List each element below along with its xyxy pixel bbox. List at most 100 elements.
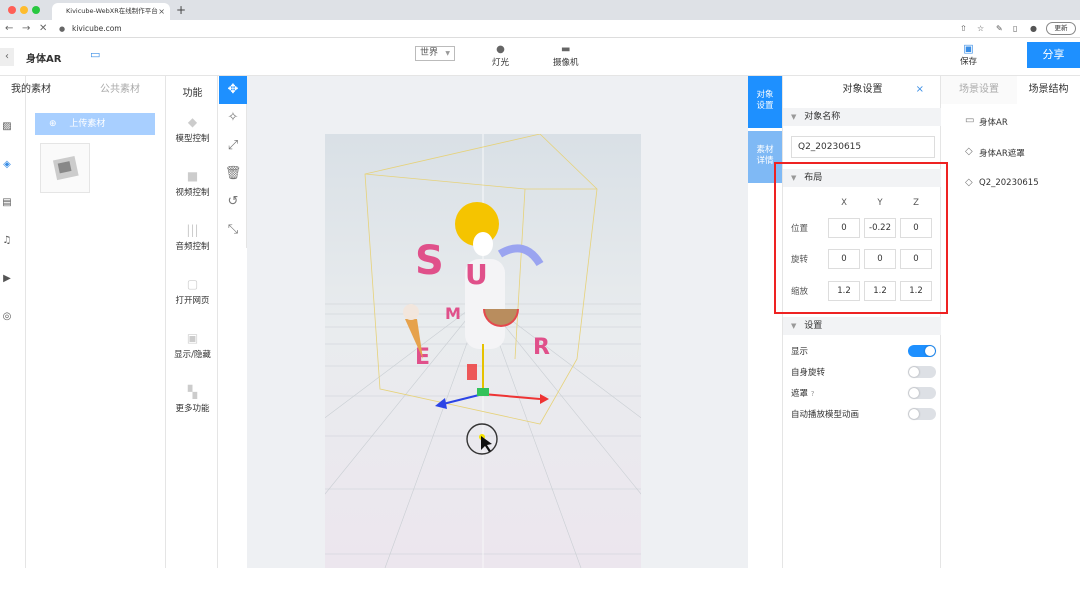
help-icon[interactable]: ? [811, 390, 815, 398]
browser-tab[interactable]: Kivicube-WebXR在线制作平台 × [52, 3, 170, 20]
app-header: ‹ 身体AR ▭ 世界 ▼ ● 灯光 ▬ 摄像机 ▣ 保存 分享 [0, 38, 1080, 76]
function-model-control[interactable]: ◆ 模型控制 [166, 114, 219, 144]
chevron-down-icon: ▼ [791, 113, 797, 121]
delete-tool-icon[interactable]: 🗑 [219, 160, 247, 188]
save-icon: ▣ [963, 42, 974, 55]
project-name: 身体AR [26, 54, 62, 65]
rotate-tool-icon[interactable]: ✧ [219, 104, 247, 132]
close-tab-icon[interactable]: × [158, 3, 165, 20]
back-button[interactable]: ‹ [0, 48, 14, 66]
minimize-window-dot[interactable] [20, 6, 28, 14]
tab-my-assets[interactable]: 我的素材 [0, 76, 62, 104]
profile-icon[interactable]: ● [1030, 22, 1037, 36]
address-bar: ← → ✕ ● kivicube.com ⇧ ☆ ✎ ▯ ● 更新 [0, 20, 1080, 38]
scene-panel: 场景设置 场景结构 ▭ 身体AR ◇ 身体AR遮罩 ◇ Q2_20230615 [941, 76, 1080, 568]
fit-view-tool-icon[interactable]: ⤡ [219, 216, 247, 244]
scene-render: S U M E R [325, 134, 641, 568]
music-asset-icon[interactable]: ♫ [0, 234, 14, 248]
tab-scene-structure[interactable]: 场景结构 [1017, 76, 1080, 104]
browser-tab-bar: Kivicube-WebXR在线制作平台 × + [0, 0, 1080, 20]
transform-toolbar: ✥ ✧ ⤢ 🗑 ↺ ⤡ [219, 76, 247, 248]
scene-item[interactable]: ◇ Q2_20230615 [965, 177, 1039, 188]
close-window-dot[interactable] [8, 6, 16, 14]
side-tab-label: 素材详情 [756, 145, 774, 166]
side-tab-label: 对象设置 [756, 90, 774, 111]
function-more[interactable]: ▚ 更多功能 [166, 384, 219, 414]
object-settings-panel: 对象设置 × ▼ 对象名称 Q2_20230615 ▼ 布局 X Y Z 位置 … [782, 76, 942, 568]
more-functions-icon: ▚ [187, 385, 198, 399]
new-tab-button[interactable]: + [176, 2, 186, 18]
ar-asset-icon[interactable]: ▤ [0, 196, 14, 210]
asset-thumbnail[interactable] [40, 143, 90, 193]
toggle-label-self-rotate: 自身旋转 [791, 368, 826, 378]
scene-item[interactable]: ▭ 身体AR [965, 115, 1008, 128]
close-icon[interactable]: × [916, 84, 924, 95]
function-video-control[interactable]: ■ 视频控制 [166, 168, 219, 198]
autoplay-animation-toggle[interactable] [908, 408, 936, 420]
function-label: 打开网页 [175, 296, 210, 306]
scale-tool-icon[interactable]: ⤢ [219, 132, 247, 160]
tab-public-assets[interactable]: 公共素材 [80, 76, 160, 104]
function-title: 功能 [182, 88, 203, 99]
left-icon-bar: ▨ ◈ ▤ ♫ ▶ ◎ [0, 76, 26, 568]
update-button[interactable]: 更新 [1046, 22, 1076, 35]
function-label: 模型控制 [175, 134, 210, 144]
cube-icon: ◇ [965, 177, 973, 188]
object-name-section[interactable]: ▼ 对象名称 [783, 108, 942, 126]
move-tool-icon[interactable]: ✥ [219, 76, 247, 104]
undo-tool-icon[interactable]: ↺ [219, 188, 247, 216]
scene-item-label: Q2_20230615 [979, 178, 1039, 188]
forward-arrow-icon[interactable]: → [22, 22, 30, 36]
model-control-icon: ◆ [187, 115, 198, 129]
upload-asset-button[interactable]: ⊕ 上传素材 [35, 113, 155, 135]
camera-button[interactable]: ▬ 摄像机 [553, 44, 579, 68]
function-label: 更多功能 [175, 404, 210, 414]
cube-icon: ◇ [965, 146, 973, 157]
scene-item-label: 身体AR遮罩 [979, 149, 1025, 159]
back-arrow-icon[interactable]: ← [5, 22, 13, 36]
toggle-label-mask: 遮罩 ? [791, 387, 814, 399]
comment-icon[interactable]: ▭ [90, 48, 100, 61]
model-asset-icon[interactable]: ◈ [0, 158, 14, 172]
video-asset-icon[interactable]: ▶ [0, 272, 14, 286]
self-rotate-toggle[interactable] [908, 366, 936, 378]
section-label: 对象名称 [804, 112, 841, 122]
mask-toggle[interactable] [908, 387, 936, 399]
model-thumbnail-icon [52, 155, 79, 181]
function-open-webpage[interactable]: ▢ 打开网页 [166, 276, 219, 306]
chevron-down-icon: ▼ [791, 322, 797, 330]
panorama-asset-icon[interactable]: ◎ [0, 310, 14, 324]
bottom-margin [0, 568, 1080, 597]
save-label: 保存 [960, 57, 978, 67]
save-button[interactable]: ▣ 保存 [960, 42, 977, 67]
scene-viewport[interactable]: S U M E R [325, 134, 641, 568]
show-toggle[interactable] [908, 345, 936, 357]
toggle-label-autoplay: 自动播放模型动画 [791, 410, 860, 420]
upload-label: 上传素材 [69, 119, 106, 129]
image-asset-icon[interactable]: ▨ [0, 120, 14, 134]
camera-label: 摄像机 [553, 58, 579, 68]
object-name-input[interactable]: Q2_20230615 [791, 136, 935, 158]
tab-scene-settings[interactable]: 场景设置 [941, 76, 1017, 104]
webpage-icon: ▢ [186, 277, 199, 291]
sidebar-icon[interactable]: ▯ [1013, 22, 1017, 36]
stop-loading-icon[interactable]: ✕ [39, 22, 47, 36]
function-panel: 功能 ◆ 模型控制 ■ 视频控制 ||| 音频控制 ▢ 打开网页 ▣ 显示/隐藏… [165, 76, 218, 568]
world-select[interactable]: 世界 ▼ [415, 46, 455, 61]
extensions-icon[interactable]: ✎ [996, 22, 1003, 36]
url-field[interactable]: kivicube.com [72, 23, 122, 35]
bookmark-star-icon[interactable]: ☆ [977, 22, 984, 36]
scene-item[interactable]: ◇ 身体AR遮罩 [965, 146, 1025, 159]
share-button[interactable]: 分享 [1027, 42, 1080, 68]
settings-section[interactable]: ▼ 设置 [783, 317, 942, 335]
mask-label: 遮罩 [791, 389, 809, 399]
plus-icon: ⊕ [49, 119, 57, 129]
tab-object-settings[interactable]: 对象设置 [748, 76, 782, 128]
light-button[interactable]: ● 灯光 [492, 44, 509, 68]
function-audio-control[interactable]: ||| 音频控制 [166, 222, 219, 252]
chevron-down-icon: ▼ [445, 50, 450, 57]
function-show-hide[interactable]: ▣ 显示/隐藏 [166, 330, 219, 360]
share-page-icon[interactable]: ⇧ [960, 22, 967, 36]
maximize-window-dot[interactable] [32, 6, 40, 14]
light-label: 灯光 [492, 58, 510, 68]
